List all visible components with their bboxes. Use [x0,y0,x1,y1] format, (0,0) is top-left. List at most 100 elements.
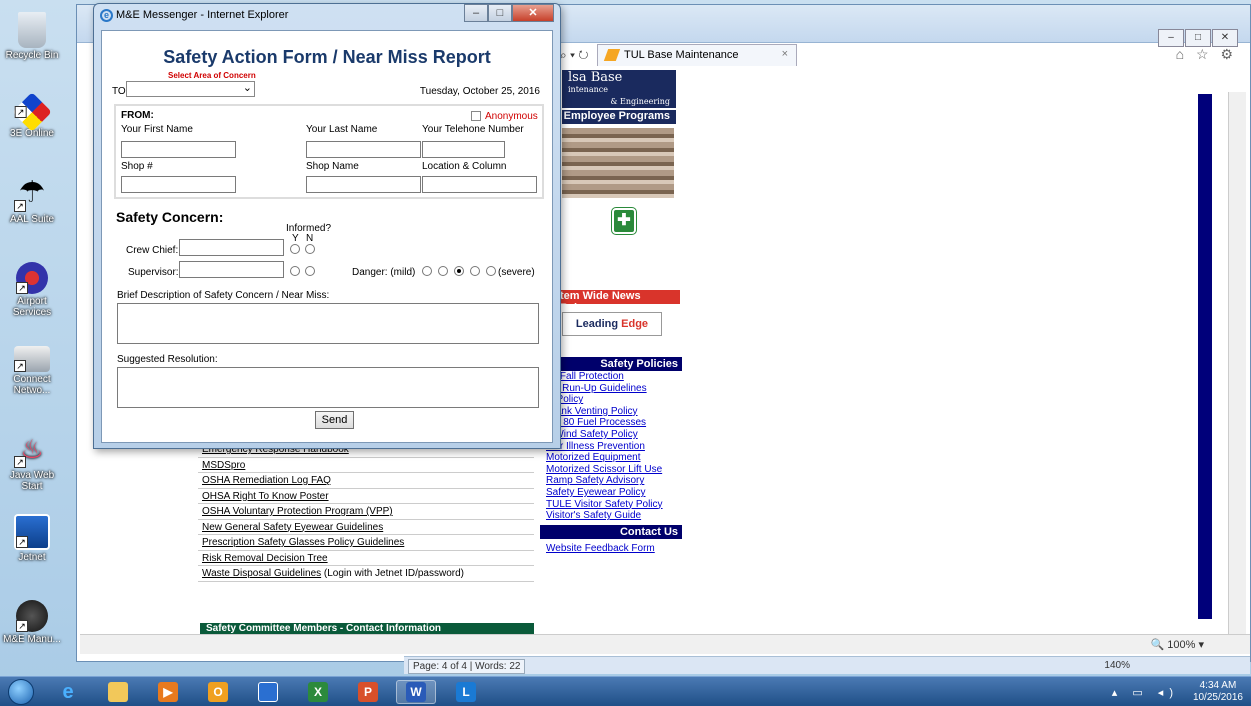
list-item[interactable]: Waste Disposal Guidelines (Login with Je… [198,566,534,582]
page-indicator: Page: 4 of 4 [413,661,467,672]
danger-severe-label: (severe) [498,267,535,278]
internet-explorer-taskbar-button[interactable]: e [48,680,88,704]
supervisor-informed-no-radio[interactable] [305,266,315,276]
resource-link[interactable]: Risk Removal Decision Tree [202,553,328,564]
popup-titlebar[interactable]: e M&E Messenger - Internet Explorer – □ … [94,4,560,28]
policy-link[interactable]: Visitor's Safety Guide [540,510,682,522]
website-feedback-link[interactable]: Website Feedback Form [540,543,682,555]
phone-field[interactable] [422,141,505,158]
resolution-textarea[interactable] [117,367,539,408]
policy-link[interactable]: O Policy [540,394,682,406]
last-name-field[interactable] [306,141,421,158]
network-icon: ↗ [14,346,50,372]
minimize-button[interactable]: – [1158,29,1184,47]
leading-edge-logo[interactable]: Leading Edge [562,312,662,336]
danger-level-5-radio[interactable] [486,266,496,276]
resource-link[interactable]: OHSA Right To Know Poster [202,491,329,502]
popup-minimize-button[interactable]: – [464,4,488,22]
desktop-icon-label: Recycle Bin [5,50,59,61]
address-search-controls[interactable]: ⌕ ▾ ↻ [560,48,589,63]
list-item[interactable]: New General Safety Eyewear Guidelines [198,520,534,535]
resource-link[interactable]: New General Safety Eyewear Guidelines [202,522,383,533]
policy-link[interactable]: TULE Visitor Safety Policy [540,499,682,511]
word-page-count[interactable]: Page: 4 of 4 | Words: 22 [408,659,526,674]
list-item[interactable]: Prescription Safety Glasses Policy Guide… [198,535,534,551]
jetnet-taskbar-button[interactable] [248,680,288,704]
window-controls: – □ ✕ [1157,29,1238,47]
tab-close-icon[interactable]: × [782,48,788,60]
word-count: Words: 22 [475,661,521,672]
policy-link[interactable]: gar 80 Fuel Processes [540,417,682,429]
supervisor-informed-yes-radio[interactable] [290,266,300,276]
list-item[interactable]: Risk Removal Decision Tree [198,551,534,566]
me-manual-shortcut[interactable]: ↗ M&E Manu... [2,600,62,645]
3e-online-shortcut[interactable]: ↗ 3E Online [2,92,62,139]
umbrella-icon: ☂ ↗ [14,176,50,212]
start-button[interactable] [8,679,34,705]
area-of-concern-select[interactable]: ⌄ [126,81,255,97]
policy-link[interactable]: Motorized Equipment [540,452,682,464]
danger-level-4-radio[interactable] [470,266,480,276]
location-field[interactable] [422,176,537,193]
list-item[interactable]: OSHA Remediation Log FAQ [198,473,534,489]
system-tray[interactable]: ▴ ▭ ◂) [1112,686,1179,699]
policy-link[interactable]: h Wind Safety Policy [540,429,682,441]
employee-programs-link[interactable]: Employee Programs [562,110,676,124]
recycle-bin-shortcut[interactable]: Recycle Bin [2,12,62,61]
shop-number-field[interactable] [121,176,236,193]
first-name-field[interactable] [121,141,236,158]
word-zoom-level[interactable]: 140% [1104,660,1130,671]
send-button[interactable]: Send [315,411,354,429]
popup-maximize-button[interactable]: □ [488,4,512,22]
shop-name-field[interactable] [306,176,421,193]
description-textarea[interactable] [117,303,539,344]
jetnet-shortcut[interactable]: ↗ Jetnet [2,514,62,563]
resource-link[interactable]: OSHA Remediation Log FAQ [202,475,331,486]
resource-link[interactable]: Prescription Safety Glasses Policy Guide… [202,537,404,548]
crew-chief-field[interactable] [179,239,284,256]
policy-link[interactable]: Motorized Scissor Lift Use [540,464,682,476]
powerpoint-taskbar-button[interactable]: P [348,680,388,704]
danger-level-1-radio[interactable] [422,266,432,276]
maximize-button[interactable]: □ [1185,29,1211,47]
file-explorer-taskbar-button[interactable] [98,680,138,704]
policy-link[interactable]: Safety Eyewear Policy [540,487,682,499]
excel-taskbar-button[interactable]: X [298,680,338,704]
ie-statusbar: 🔍 100% ▾ [80,634,1250,654]
resource-link[interactable]: MSDSpro [202,460,245,471]
policy-link[interactable]: l Tank Venting Policy [540,406,682,418]
policy-link[interactable]: ne Fall Protection [540,371,682,383]
news-release-banner[interactable]: tem Wide News Release [554,290,680,314]
crew-chief-informed-yes-radio[interactable] [290,244,300,254]
resource-link[interactable]: OSHA Voluntary Protection Program (VPP) [202,506,393,517]
resource-link[interactable]: Waste Disposal Guidelines [202,568,321,579]
danger-level-3-radio[interactable] [454,266,464,276]
tab-tul-base-maintenance[interactable]: TUL Base Maintenance × [597,44,797,66]
list-item[interactable]: MSDSpro [198,458,534,473]
taskbar-clock[interactable]: 4:34 AM 10/25/2016 [1193,680,1243,704]
policy-link[interactable]: Ramp Safety Advisory [540,475,682,487]
airport-services-shortcut[interactable]: ↗ Airport Services [2,262,62,318]
anonymous-checkbox[interactable] [471,111,481,121]
vertical-scrollbar[interactable] [1228,92,1246,652]
media-player-taskbar-button[interactable]: ▶ [148,680,188,704]
aal-suite-shortcut[interactable]: ☂ ↗ AAL Suite [2,176,62,225]
zoom-value: 100% [1167,639,1196,651]
list-item[interactable]: OSHA Voluntary Protection Program (VPP) [198,504,534,520]
java-web-start-shortcut[interactable]: ♨ ↗ Java Web Start [2,432,62,492]
lync-taskbar-button[interactable]: L [446,680,486,704]
outlook-taskbar-button[interactable]: O [198,680,238,704]
favorites-toolbar-icons[interactable]: ⌂ ☆ ⚙ [1176,46,1237,63]
popup-close-button[interactable]: ✕ [512,4,554,22]
crew-chief-informed-no-radio[interactable] [305,244,315,254]
word-taskbar-button[interactable]: W [396,680,436,704]
policy-link[interactable]: ine Run-Up Guidelines [540,383,682,395]
list-item[interactable]: OHSA Right To Know Poster [198,489,534,504]
connect-network-shortcut[interactable]: ↗ Connect Netwo... [2,346,62,396]
supervisor-field[interactable] [179,261,284,278]
policy-link[interactable]: mer Illness Prevention [540,441,682,453]
popup-window-controls: – □ ✕ [464,4,554,22]
ie-zoom-level[interactable]: 🔍 100% ▾ [1151,638,1204,651]
close-button[interactable]: ✕ [1212,29,1238,47]
danger-level-2-radio[interactable] [438,266,448,276]
